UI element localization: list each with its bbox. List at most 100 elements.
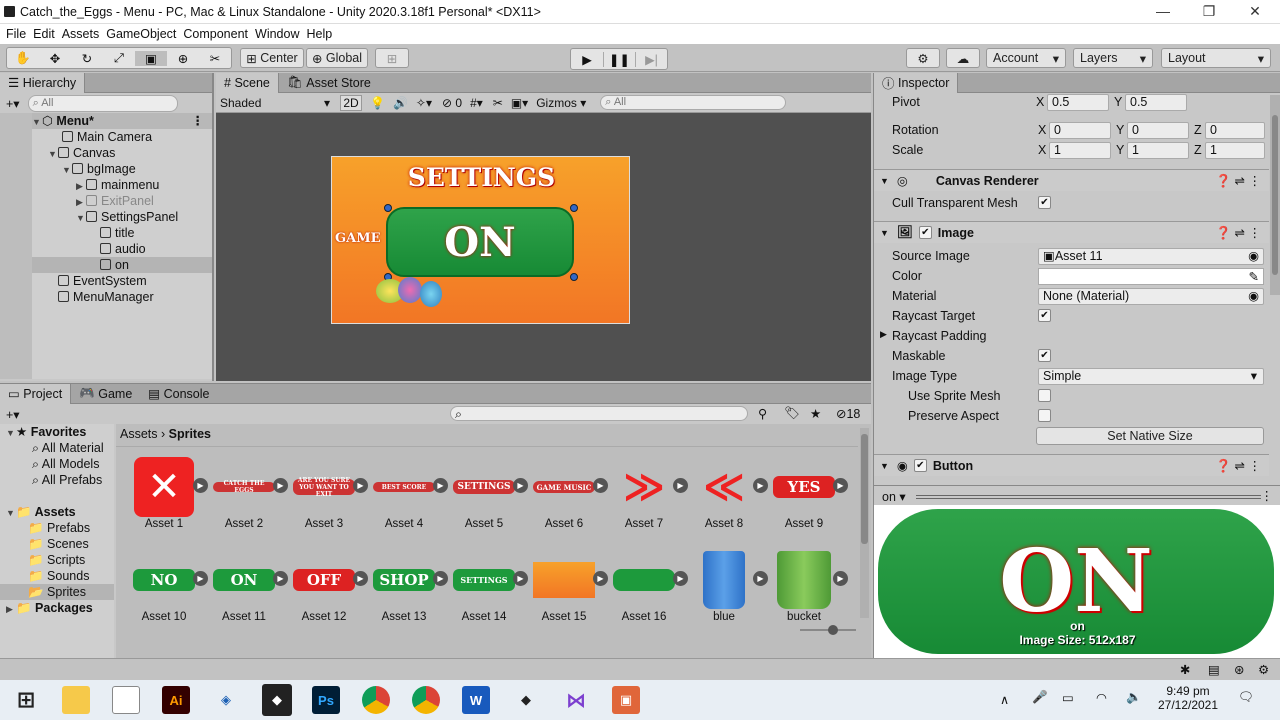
asset-tile[interactable]: ARE YOU SURE YOU WANT TO EXIT ▶ Asset 3 bbox=[284, 456, 368, 530]
menu-window[interactable]: Window bbox=[255, 27, 299, 41]
raycast-padding-foldout[interactable]: Raycast Padding bbox=[892, 329, 987, 343]
asset-tile[interactable]: NO ▶ Asset 10 bbox=[124, 549, 208, 623]
tab-inspector[interactable]: ⓘ Inspector bbox=[874, 72, 959, 93]
tree-canvas[interactable]: ▼ Canvas bbox=[48, 145, 115, 161]
pivot-y[interactable]: 0.5 bbox=[1125, 94, 1187, 111]
asset-tile[interactable]: ≫ ▶ Asset 7 bbox=[604, 456, 688, 530]
asset-tile[interactable]: SETTINGS ▶ Asset 14 bbox=[444, 549, 528, 623]
rotation-y[interactable]: 0 bbox=[1127, 122, 1189, 139]
pivot-x[interactable]: 0.5 bbox=[1047, 94, 1109, 111]
set-native-size-button[interactable]: Set Native Size bbox=[1036, 427, 1264, 445]
preserve-aspect-checkbox[interactable] bbox=[1038, 409, 1051, 422]
chrome-profile-icon[interactable] bbox=[412, 686, 440, 714]
cull-checkbox[interactable]: ✔ bbox=[1038, 196, 1051, 209]
asset-tile[interactable]: SETTINGS ▶ Asset 5 bbox=[444, 456, 528, 530]
eyedropper-icon[interactable]: ✎ bbox=[1249, 269, 1259, 284]
tree-main-camera[interactable]: Main Camera bbox=[52, 129, 152, 145]
asset-tile[interactable]: ▶ Asset 16 bbox=[604, 549, 688, 623]
canvas-renderer-header[interactable]: ▼ ◎ Canvas Renderer ❓ ⇌ ⋮ bbox=[874, 169, 1269, 191]
account-dropdown[interactable]: Account ▾ bbox=[986, 48, 1066, 68]
scene-search[interactable]: ⌕ All bbox=[600, 95, 787, 110]
cloud-icon[interactable]: ☁ bbox=[946, 48, 980, 68]
camera-icon[interactable]: ▣▾ bbox=[511, 96, 528, 110]
layers-dropdown[interactable]: Layers ▾ bbox=[1073, 48, 1153, 68]
material-field[interactable]: None (Material) ◉ bbox=[1038, 288, 1264, 305]
favorite-icon[interactable]: ★ bbox=[810, 406, 821, 421]
tree-mainmenu[interactable]: ▶ mainmenu bbox=[76, 177, 159, 193]
battery-icon[interactable]: ▭ bbox=[1062, 690, 1074, 705]
zoom-slider[interactable] bbox=[800, 625, 856, 635]
game-canvas-preview[interactable]: SETTINGS ON GAME bbox=[331, 156, 630, 324]
source-image-field[interactable]: ▣Asset 11 ◉ bbox=[1038, 248, 1264, 265]
word-icon[interactable]: W bbox=[462, 686, 490, 714]
visual-studio-icon[interactable]: ⋈ bbox=[562, 686, 590, 714]
fav-all-models[interactable]: ⌕ All Models bbox=[0, 456, 114, 472]
fav-all-prefabs[interactable]: ⌕ All Prefabs bbox=[0, 472, 114, 488]
file-explorer-icon[interactable] bbox=[62, 686, 90, 714]
move-tool-icon[interactable]: ✥ bbox=[39, 51, 71, 66]
space-toggle[interactable]: ⊕ Global bbox=[306, 48, 368, 68]
button-header[interactable]: ▼ ◉ ✔ Button ❓ ⇌ ⋮ bbox=[874, 454, 1269, 476]
asset-tile[interactable]: GAME MUSIC ▶ Asset 6 bbox=[524, 456, 608, 530]
recorder-icon[interactable]: ▣ bbox=[612, 686, 640, 714]
menu-help[interactable]: Help bbox=[306, 27, 332, 41]
project-search[interactable]: ⌕ bbox=[450, 406, 748, 421]
clock[interactable]: 9:49 pm 27/12/2021 bbox=[1150, 684, 1226, 712]
maskable-checkbox[interactable]: ✔ bbox=[1038, 349, 1051, 362]
folder-prefabs[interactable]: 📁 Prefabs bbox=[0, 520, 114, 536]
pause-button[interactable]: ❚❚ bbox=[603, 51, 635, 67]
menu-assets[interactable]: Assets bbox=[62, 27, 100, 41]
add-icon[interactable]: +▾ bbox=[6, 96, 20, 111]
menu-component[interactable]: Component bbox=[183, 27, 248, 41]
breadcrumb-sprites[interactable]: Sprites bbox=[169, 427, 211, 441]
photoshop-icon[interactable]: Ps bbox=[312, 686, 340, 714]
tree-audio[interactable]: audio bbox=[100, 241, 146, 257]
cache-icon[interactable]: ⊛ bbox=[1234, 662, 1244, 677]
tab-scene[interactable]: # Scene bbox=[216, 72, 279, 93]
snap-icon[interactable]: ⊞ bbox=[375, 48, 409, 68]
gizmos-dropdown[interactable]: Gizmos ▾ bbox=[536, 96, 586, 110]
image-enabled-checkbox[interactable]: ✔ bbox=[918, 226, 932, 239]
asset-tile[interactable]: CATCH THE EGGS ▶ Asset 2 bbox=[204, 456, 288, 530]
step-button[interactable]: ▶| bbox=[635, 51, 667, 67]
favorites-folder[interactable]: ▼★ Favorites bbox=[0, 424, 114, 440]
on-button-preview[interactable]: ON bbox=[386, 207, 574, 277]
label-icon[interactable]: 🏷 bbox=[784, 406, 800, 421]
folder-scenes[interactable]: 📁 Scenes bbox=[0, 536, 114, 552]
menu-file[interactable]: File bbox=[6, 27, 26, 41]
packages-folder[interactable]: ▶ 📁 Packages bbox=[0, 600, 114, 616]
custom-tool-icon[interactable]: ✂ bbox=[199, 51, 231, 66]
grid-icon[interactable]: #▾ bbox=[470, 96, 483, 110]
transform-tool-icon[interactable]: ⊕ bbox=[167, 51, 199, 66]
raycast-target-checkbox[interactable]: ✔ bbox=[1038, 309, 1051, 322]
tab-project[interactable]: ▭ Project bbox=[0, 383, 72, 404]
scale-x[interactable]: 1 bbox=[1049, 142, 1111, 159]
button-enabled-checkbox[interactable]: ✔ bbox=[913, 459, 927, 472]
folder-scripts[interactable]: 📁 Scripts bbox=[0, 552, 114, 568]
settings-status-icon[interactable]: ⚙ bbox=[1258, 662, 1269, 677]
tree-bgimage[interactable]: ▼ bgImage bbox=[62, 161, 136, 177]
preview-menu-icon[interactable]: ⋮ bbox=[1261, 488, 1274, 503]
volume-icon[interactable]: 🔈 bbox=[1126, 690, 1142, 705]
scene-root[interactable]: ▼⬡ Menu* ⋮ bbox=[32, 113, 212, 129]
tree-menumanager[interactable]: MenuManager bbox=[48, 289, 154, 305]
layout-dropdown[interactable]: Layout ▾ bbox=[1161, 48, 1271, 68]
chrome-icon[interactable] bbox=[362, 686, 390, 714]
tools-icon[interactable]: ✂ bbox=[493, 96, 503, 110]
hand-tool-icon[interactable]: ✋ bbox=[7, 51, 39, 66]
illustrator-icon[interactable]: Ai bbox=[162, 686, 190, 714]
notification-icon[interactable]: 🗨 bbox=[1238, 690, 1254, 705]
minimize-button[interactable]: — bbox=[1152, 3, 1174, 19]
rotation-x[interactable]: 0 bbox=[1049, 122, 1111, 139]
rotate-tool-icon[interactable]: ↻ bbox=[71, 51, 103, 66]
asset-tile[interactable]: ▶ bucket bbox=[764, 549, 848, 623]
asset-tile[interactable]: ▶ Asset 15 bbox=[524, 549, 608, 623]
image-type-dropdown[interactable]: Simple ▾ bbox=[1038, 368, 1264, 385]
lighting-icon[interactable]: 💡 bbox=[370, 96, 385, 110]
tab-game[interactable]: 🎮 Game bbox=[71, 384, 140, 404]
audio-icon[interactable]: 🔊 bbox=[393, 96, 408, 110]
close-button[interactable]: ✕ bbox=[1244, 3, 1266, 20]
asset-tile[interactable]: YES ▶ Asset 9 bbox=[764, 456, 848, 530]
mic-icon[interactable]: 🎤 bbox=[1032, 690, 1048, 705]
play-button[interactable]: ▶ bbox=[571, 52, 603, 67]
